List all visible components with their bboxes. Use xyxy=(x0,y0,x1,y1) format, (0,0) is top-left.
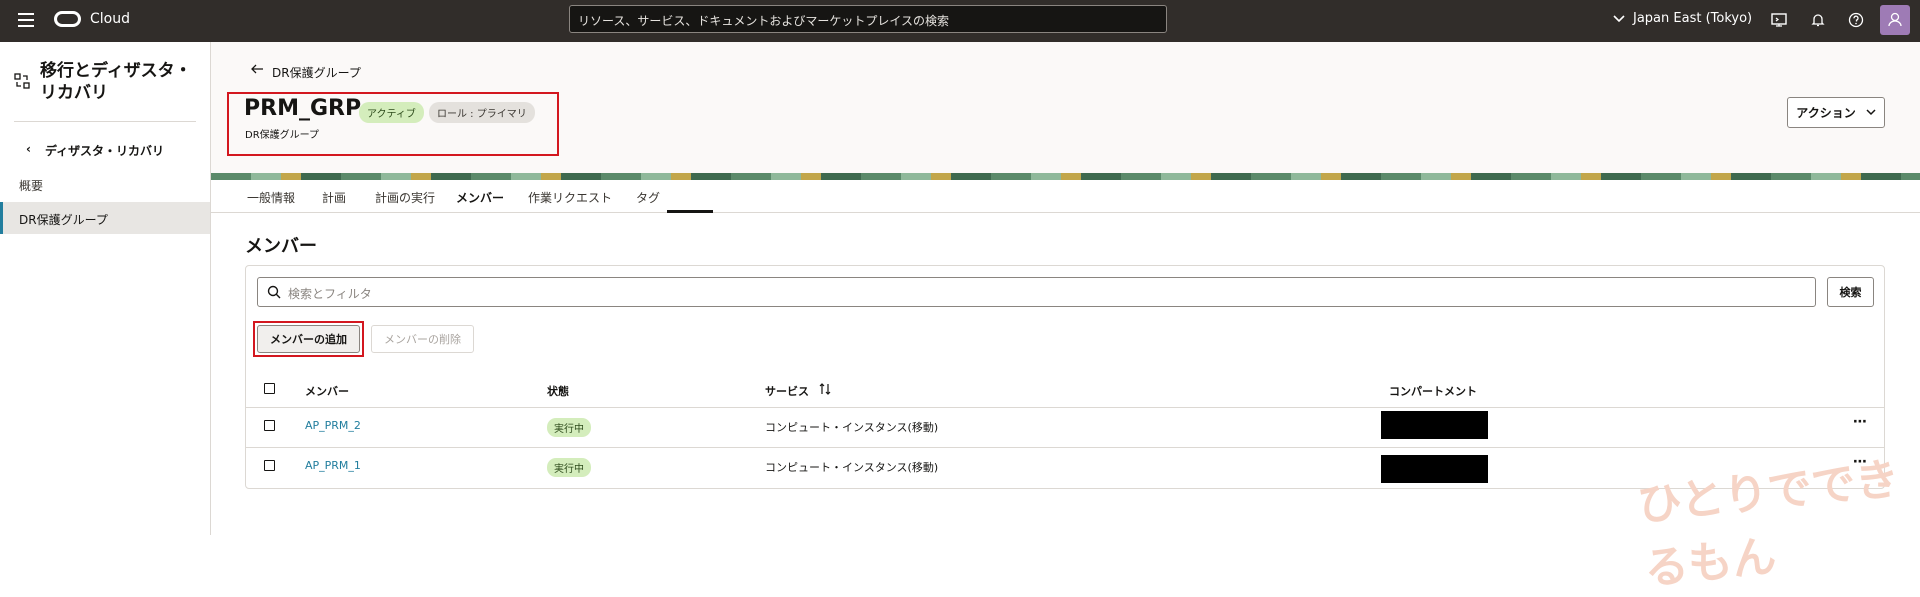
nav-item-dr-protection-groups[interactable]: DR保護グループ xyxy=(0,202,210,234)
tab-plans[interactable]: 計画 xyxy=(322,189,346,206)
region-selector[interactable]: Japan East (Tokyo) xyxy=(1613,11,1752,26)
oracle-logo-icon[interactable] xyxy=(54,11,81,27)
breadcrumb-label: DR保護グループ xyxy=(272,66,361,80)
member-link[interactable]: AP_PRM_1 xyxy=(305,459,361,472)
user-avatar[interactable] xyxy=(1880,5,1910,35)
sort-icon[interactable] xyxy=(819,383,831,395)
column-header-compartment[interactable]: コンパートメント xyxy=(1389,383,1477,399)
hamburger-menu-icon[interactable] xyxy=(18,13,34,27)
brand-label[interactable]: Cloud xyxy=(90,11,130,27)
actions-label: アクション xyxy=(1796,106,1856,120)
service-cell: コンピュート・インスタンス(移動) xyxy=(765,461,939,474)
row-checkbox[interactable] xyxy=(264,420,275,431)
cloud-shell-icon[interactable] xyxy=(1771,12,1787,28)
nav-title: 移行とディザスタ・リカバリ xyxy=(40,61,192,103)
help-icon[interactable] xyxy=(1848,12,1864,28)
active-tab-indicator xyxy=(667,210,713,213)
user-icon xyxy=(1888,12,1902,27)
chevron-down-icon xyxy=(1866,109,1876,116)
region-label: Japan East (Tokyo) xyxy=(1633,11,1753,26)
search-button[interactable]: 検索 xyxy=(1827,277,1874,307)
breadcrumb-back-link[interactable]: DR保護グループ xyxy=(251,64,361,81)
tab-members[interactable]: メンバー xyxy=(456,189,504,206)
highlight-box xyxy=(227,92,559,156)
decorative-banner xyxy=(211,173,1920,180)
divider xyxy=(246,447,1884,448)
tab-bar: 一般情報 計画 計画の実行 メンバー 作業リクエスト タグ xyxy=(211,180,1920,213)
column-header-service[interactable]: サービス xyxy=(765,383,831,399)
row-actions-icon[interactable]: ⋯ xyxy=(1853,414,1868,430)
search-icon xyxy=(267,285,281,299)
filter-input[interactable]: 検索とフィルタ xyxy=(257,277,1816,307)
top-bar: Cloud リソース、サービス、ドキュメントおよびマーケットプレイスの検索 Ja… xyxy=(0,0,1920,42)
nav-item-overview[interactable]: 概要 xyxy=(19,177,43,194)
tab-work-requests[interactable]: 作業リクエスト xyxy=(528,189,612,206)
nav-back-label: ディザスタ・リカバリ xyxy=(44,144,164,158)
tab-plan-executions[interactable]: 計画の実行 xyxy=(375,189,435,206)
delete-member-button: メンバーの削除 xyxy=(371,325,474,353)
chevron-down-icon xyxy=(1613,14,1625,22)
tab-general-info[interactable]: 一般情報 xyxy=(247,189,295,206)
nav-back-link[interactable]: ‹ ディザスタ・リカバリ xyxy=(26,142,164,159)
status-badge: 実行中 xyxy=(547,458,591,477)
redacted-compartment xyxy=(1381,455,1488,483)
section-title: メンバー xyxy=(245,236,317,257)
actions-button[interactable]: アクション xyxy=(1787,97,1885,128)
redacted-compartment xyxy=(1381,411,1488,439)
service-cell: コンピュート・インスタンス(移動) xyxy=(765,421,939,434)
column-header-service-label: サービス xyxy=(765,385,809,398)
highlight-box xyxy=(253,321,364,357)
column-header-member[interactable]: メンバー xyxy=(305,383,349,399)
member-link[interactable]: AP_PRM_2 xyxy=(305,419,361,432)
migration-icon xyxy=(14,73,30,89)
tab-tags[interactable]: タグ xyxy=(636,189,660,206)
left-navigation: 移行とディザスタ・リカバリ ‹ ディザスタ・リカバリ 概要 DR保護グループ xyxy=(0,42,211,535)
chevron-left-icon: ‹ xyxy=(26,142,31,156)
divider xyxy=(14,121,196,122)
column-header-state[interactable]: 状態 xyxy=(547,383,569,399)
global-search-input[interactable]: リソース、サービス、ドキュメントおよびマーケットプレイスの検索 xyxy=(569,5,1167,33)
arrow-left-icon xyxy=(251,64,263,74)
status-badge: 実行中 xyxy=(547,418,591,437)
row-checkbox[interactable] xyxy=(264,460,275,471)
select-all-checkbox[interactable] xyxy=(264,383,275,394)
bell-icon[interactable] xyxy=(1810,12,1826,28)
divider xyxy=(246,407,1884,408)
